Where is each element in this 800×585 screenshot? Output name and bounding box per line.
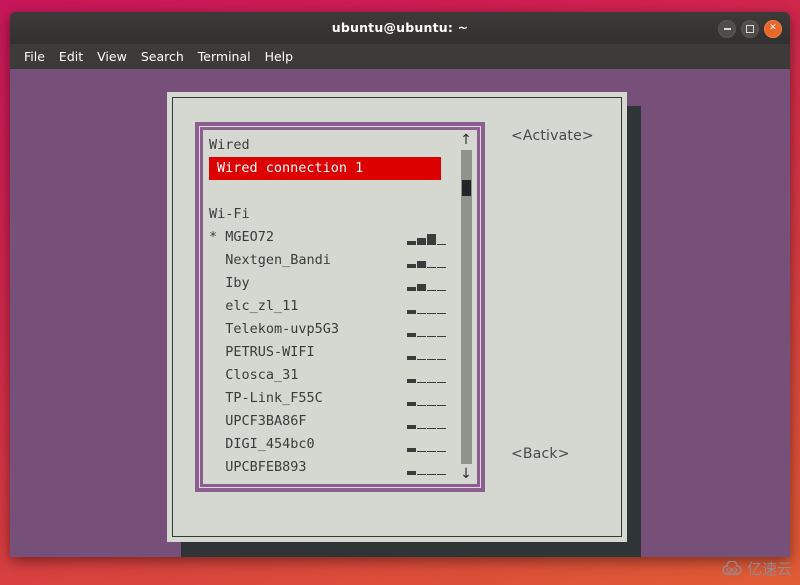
menu-item-file[interactable]: File: [24, 49, 45, 64]
signal-strength-icon: [407, 323, 447, 337]
list-item-label: Nextgen_Bandi: [209, 252, 331, 268]
signal-strength-icon: [407, 254, 447, 268]
signal-strength-icon: [407, 300, 447, 314]
list-item[interactable]: Wired connection 1: [209, 157, 441, 180]
dialog-shadow: [627, 106, 641, 556]
dialog-shadow: [181, 542, 641, 557]
list-item-label: TP-Link_F55C: [209, 390, 323, 406]
list-item[interactable]: UPCF3BA86F: [203, 410, 455, 433]
maximize-button[interactable]: [741, 20, 759, 38]
list-item-label: UPCBFEB893: [209, 459, 307, 475]
menu-item-search[interactable]: Search: [141, 49, 184, 64]
watermark-text: 亿速云: [746, 560, 792, 578]
list-item[interactable]: elc_zl_11: [203, 295, 455, 318]
list-section-heading: Wi-Fi: [203, 203, 455, 226]
desktop: ubuntu@ubuntu: ~ ✕ File Edit View Search…: [0, 0, 800, 585]
list-item-label: Closca_31: [209, 367, 299, 383]
cloud-logo-icon: [722, 560, 742, 575]
scroll-up-arrow-icon[interactable]: ↑: [457, 132, 475, 148]
list-item-label: Nextgen_Nagy: [209, 479, 323, 484]
list-scrollbar[interactable]: ↑ ↓: [457, 132, 475, 482]
signal-strength-icon: [407, 461, 447, 475]
signal-strength-icon: [407, 438, 447, 452]
terminal-window: ubuntu@ubuntu: ~ ✕ File Edit View Search…: [10, 12, 790, 557]
nmtui-dialog: Wired Wired connection 1 Wi-Fi * MGEO72 Nex…: [167, 92, 627, 542]
signal-strength-icon: [407, 415, 447, 429]
signal-strength-icon: [407, 277, 447, 291]
connection-list-box: Wired Wired connection 1 Wi-Fi * MGEO72 Nex…: [195, 122, 485, 492]
minimize-icon: [723, 28, 731, 30]
signal-strength-icon: [407, 346, 447, 360]
menu-bar: File Edit View Search Terminal Help: [10, 44, 790, 69]
title-bar[interactable]: ubuntu@ubuntu: ~ ✕: [10, 12, 790, 44]
list-item[interactable]: TP-Link_F55C: [203, 387, 455, 410]
signal-strength-icon: [407, 392, 447, 406]
list-item-label: elc_zl_11: [209, 298, 299, 314]
watermark: 亿速云: [721, 558, 792, 579]
list-item[interactable]: Closca_31: [203, 364, 455, 387]
window-title: ubuntu@ubuntu: ~: [331, 20, 469, 35]
menu-item-terminal[interactable]: Terminal: [198, 49, 251, 64]
list-item-label: Iby: [209, 275, 250, 291]
list-item[interactable]: Telekom-uvp5G3: [203, 318, 455, 341]
window-controls: ✕: [718, 20, 782, 38]
list-item-label: DIGI_454bc0: [209, 436, 315, 452]
menu-item-help[interactable]: Help: [265, 49, 294, 64]
scrollbar-thumb[interactable]: [462, 180, 471, 196]
scrollbar-trough[interactable]: [461, 150, 472, 464]
list-item[interactable]: UPCBFEB893: [203, 456, 455, 479]
list-item-label: Telekom-uvp5G3: [209, 321, 340, 337]
signal-strength-icon: [407, 231, 447, 245]
maximize-icon: [746, 25, 754, 33]
scroll-down-arrow-icon[interactable]: ↓: [457, 466, 475, 482]
list-item-label: Wi-Fi: [209, 206, 250, 222]
activate-button[interactable]: <Activate>: [511, 128, 594, 144]
list-item-label: PETRUS-WIFI: [209, 344, 315, 360]
list-item-label: UPCF3BA86F: [209, 413, 307, 429]
list-item[interactable]: Nextgen_Nagy: [203, 479, 455, 484]
minimize-button[interactable]: [718, 20, 736, 38]
menu-item-view[interactable]: View: [97, 49, 127, 64]
list-item[interactable]: Nextgen_Bandi: [203, 249, 455, 272]
close-button[interactable]: ✕: [764, 20, 782, 38]
connection-list: Wired Wired connection 1 Wi-Fi * MGEO72 Nex…: [203, 134, 455, 484]
list-item-label: Wired connection 1: [217, 160, 364, 176]
close-icon: ✕: [769, 23, 777, 33]
signal-strength-icon: [407, 369, 447, 383]
list-section-heading: Wired: [203, 134, 455, 157]
connection-list-inner: Wired Wired connection 1 Wi-Fi * MGEO72 Nex…: [203, 130, 477, 484]
connection-list-border: Wired Wired connection 1 Wi-Fi * MGEO72 Nex…: [199, 126, 481, 488]
list-item[interactable]: * MGEO72: [203, 226, 455, 249]
list-item-label: Wired: [209, 137, 250, 153]
menu-item-edit[interactable]: Edit: [59, 49, 83, 64]
list-item-label: * MGEO72: [209, 229, 275, 245]
terminal-content[interactable]: Wired Wired connection 1 Wi-Fi * MGEO72 Nex…: [10, 69, 790, 557]
list-item[interactable]: DIGI_454bc0: [203, 433, 455, 456]
list-item[interactable]: PETRUS-WIFI: [203, 341, 455, 364]
list-item[interactable]: Iby: [203, 272, 455, 295]
back-button[interactable]: <Back>: [511, 446, 570, 462]
